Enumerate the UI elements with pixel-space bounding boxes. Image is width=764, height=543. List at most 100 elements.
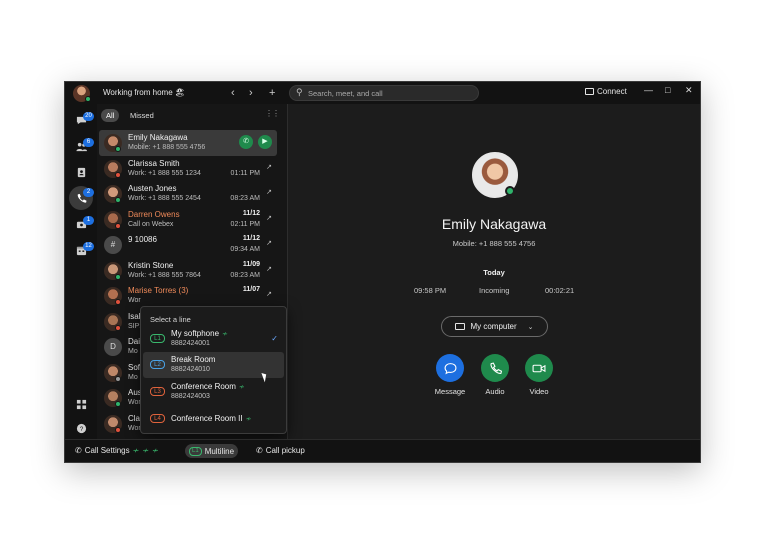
line-tag: L1 bbox=[150, 334, 165, 343]
contact-phone: Mobile: +1 888 555 4756 bbox=[452, 239, 536, 248]
call-pickup-button[interactable]: ✆ Call pickup bbox=[256, 446, 305, 455]
call-history-row[interactable]: Austen Jones Work: +1 888 555 2454 08:23 A… bbox=[99, 181, 277, 207]
search-input[interactable] bbox=[308, 86, 473, 100]
call-date: 11/09 bbox=[242, 260, 260, 268]
call-history-row[interactable]: Kristin Stone Work: +1 888 555 7864 11/09 0… bbox=[99, 258, 277, 284]
contact-name: Emily Nakagawa bbox=[441, 216, 547, 232]
help-nav[interactable]: ? bbox=[71, 418, 91, 438]
call-history-row[interactable]: #9 10086 11/12 09:34 AM ↗ bbox=[99, 232, 277, 258]
call-direction-icon: ↗ bbox=[266, 189, 272, 196]
dialpad-icon[interactable]: ⋮⋮ bbox=[265, 109, 280, 118]
status-message[interactable]: Working from home 🏖 bbox=[103, 88, 185, 97]
line-option-l1[interactable]: L1 My softphone ≁ 8882424001 ✓ bbox=[143, 326, 284, 352]
call-direction-icon: ↗ bbox=[266, 291, 272, 298]
device-label: My computer bbox=[470, 322, 517, 331]
contact-name: Austen Jones bbox=[128, 184, 177, 193]
call-settings-button[interactable]: ✆ Call Settings ≁ ≁ ≁ bbox=[75, 446, 159, 455]
row-video-call-button[interactable]: ▶ bbox=[258, 135, 272, 149]
presence-indicator bbox=[115, 426, 121, 433]
computer-icon bbox=[455, 323, 466, 330]
contacts-nav[interactable] bbox=[71, 162, 91, 182]
video-call-button[interactable] bbox=[525, 354, 553, 382]
message-button[interactable] bbox=[436, 354, 464, 382]
history-duration: 00:02:21 bbox=[545, 286, 575, 295]
line-tag: L2 bbox=[150, 360, 165, 369]
presence-indicator bbox=[115, 299, 121, 305]
call-time: 02:11 PM bbox=[230, 220, 260, 228]
checkmark-icon: ✓ bbox=[271, 334, 278, 343]
line-option-l4[interactable]: L4 Conference Room II ≁ bbox=[143, 406, 284, 432]
multiline-button[interactable]: L1 Multiline bbox=[185, 444, 239, 458]
filter-all-tab[interactable]: All bbox=[101, 109, 120, 122]
phone-icon bbox=[490, 361, 502, 374]
audio-call-button[interactable] bbox=[481, 354, 509, 382]
filter-missed-tab[interactable]: Missed bbox=[125, 109, 159, 122]
call-date: 11/12 bbox=[242, 209, 260, 217]
svg-text:?: ? bbox=[79, 425, 83, 432]
line-option-l3[interactable]: L3 Conference Room ≁ 8882424003 bbox=[143, 379, 284, 405]
avatar: # bbox=[104, 236, 122, 254]
call-settings-label: Call Settings bbox=[84, 446, 130, 455]
call-time: 09:34 AM bbox=[230, 246, 260, 253]
forward-icon[interactable]: › bbox=[249, 86, 253, 100]
line-number: 8882424003 bbox=[171, 393, 210, 400]
shared-line-icon: ≁ bbox=[222, 331, 228, 338]
presence-indicator bbox=[115, 375, 121, 382]
contact-number: Call on Webex bbox=[128, 220, 174, 228]
presence-indicator bbox=[115, 401, 121, 407]
presence-indicator bbox=[115, 324, 121, 331]
contact-name: Darren Owens bbox=[128, 209, 180, 219]
help-icon: ? bbox=[76, 423, 86, 433]
call-history-row[interactable]: Emily Nakagawa Mobile: +1 888 555 4756 ✆ ▶ bbox=[99, 130, 277, 156]
line-name-wrap: My softphone ≁ bbox=[171, 329, 228, 338]
call-time: 01:11 PM bbox=[230, 169, 260, 177]
contact-number: Wor bbox=[128, 399, 141, 406]
line-number: 8882424001 bbox=[171, 340, 210, 347]
contact-number: Work: +1 888 555 1234 bbox=[128, 169, 201, 177]
video-label: Video bbox=[529, 387, 549, 396]
apps-nav[interactable] bbox=[71, 394, 91, 414]
history-time: 09:58 PM bbox=[414, 286, 447, 295]
calling-badge: 2 bbox=[83, 188, 94, 197]
call-date: 11/12 bbox=[242, 235, 260, 242]
contact-name: Kristin Stone bbox=[128, 260, 174, 270]
call-history-row[interactable]: Darren Owens Call on Webex 11/12 02:11 PM ↗ bbox=[99, 207, 277, 233]
audio-label: Audio bbox=[485, 387, 505, 396]
history-date-label: Today bbox=[483, 268, 505, 277]
connect-device-icon bbox=[585, 88, 594, 95]
row-audio-call-button[interactable]: ✆ bbox=[239, 135, 253, 149]
connect-button[interactable]: Connect bbox=[585, 87, 627, 96]
contact-name: Cla bbox=[128, 413, 141, 423]
select-line-menu: Select a line L1 My softphone ≁ 8882424001 ✓… bbox=[140, 306, 287, 434]
line-name-wrap: Conference Room ≁ bbox=[171, 382, 245, 391]
call-pickup-icon: ✆ bbox=[256, 446, 263, 455]
chevron-down-icon: ⌄ bbox=[527, 323, 534, 331]
presence-indicator bbox=[115, 146, 121, 152]
navigation-rail: 20 6 2 1 12 ? bbox=[65, 104, 97, 439]
device-selector[interactable]: My computer ⌄ bbox=[441, 316, 548, 337]
close-icon[interactable]: ✕ bbox=[685, 85, 693, 96]
history-call-type: Incoming bbox=[479, 286, 510, 295]
contact-detail-pane: Emily Nakagawa Mobile: +1 888 555 4756 T… bbox=[287, 104, 700, 439]
call-filters: All Missed ⋮⋮ bbox=[97, 104, 287, 126]
back-icon[interactable]: ‹ bbox=[231, 86, 235, 100]
presence-indicator bbox=[115, 273, 121, 280]
apps-grid-icon bbox=[76, 399, 86, 409]
call-time: 08:23 AM bbox=[230, 195, 260, 202]
line-name: Conference Room II bbox=[171, 414, 243, 423]
maximize-icon[interactable]: □ bbox=[665, 85, 670, 95]
contact-name: Marise Torres (3) bbox=[128, 286, 189, 295]
messaging-badge: 20 bbox=[83, 112, 94, 121]
call-history-row[interactable]: Clarissa Smith Work: +1 888 555 1234 01:11… bbox=[99, 156, 277, 182]
line-name: Conference Room bbox=[171, 382, 236, 391]
contact-presence-indicator bbox=[505, 186, 515, 196]
contact-number: Work: +1 888 555 7864 bbox=[128, 271, 201, 279]
add-icon[interactable]: + bbox=[269, 86, 275, 100]
minimize-icon[interactable]: — bbox=[644, 85, 653, 95]
call-time: 08:23 AM bbox=[230, 271, 260, 279]
meetings-badge: 1 bbox=[83, 216, 94, 225]
call-direction-icon: ↗ bbox=[266, 163, 272, 171]
search-bar[interactable]: ⚲ bbox=[289, 85, 479, 101]
search-icon: ⚲ bbox=[296, 87, 303, 97]
multiline-tag: L1 bbox=[189, 446, 202, 456]
